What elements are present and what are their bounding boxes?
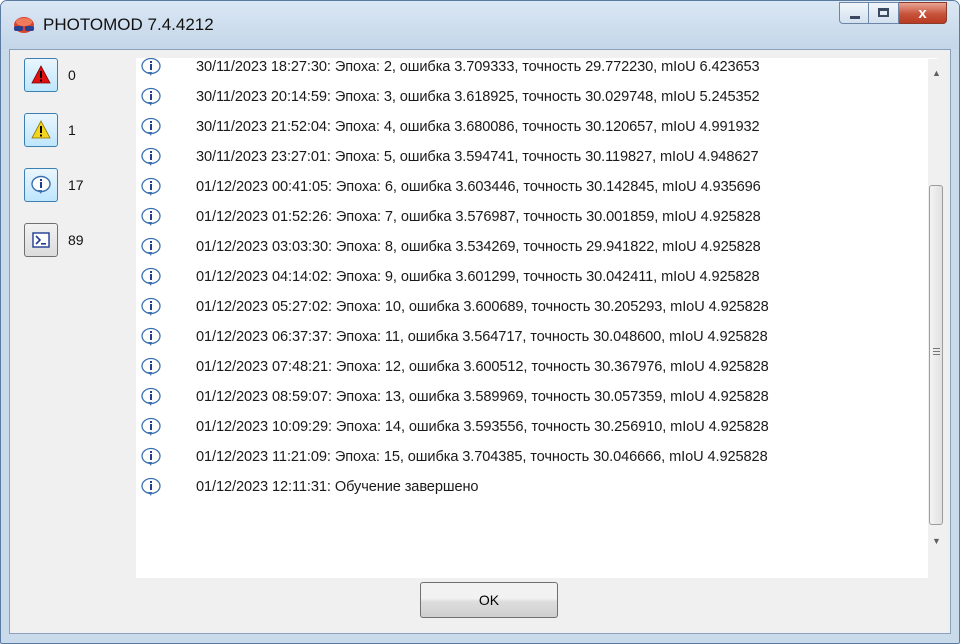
warning-count: 1 <box>68 122 76 138</box>
filter-info: 17 <box>24 168 84 202</box>
log-entry[interactable]: 30/11/2023 20:14:59: Эпоха: 3, ошибка 3.… <box>136 82 760 112</box>
filter-errors-button[interactable] <box>24 58 58 92</box>
grip-line <box>933 354 940 355</box>
error-icon <box>31 65 51 84</box>
maximize-button[interactable] <box>869 2 899 24</box>
photomod-log-window: PHOTOMOD 7.4.4212 x 0 1 17 89 30/11/2023… <box>0 0 960 644</box>
filter-errors: 0 <box>24 58 76 92</box>
info-icon <box>141 387 161 406</box>
filter-warnings-button[interactable] <box>24 113 58 147</box>
info-icon <box>141 357 161 376</box>
ok-button[interactable]: OK <box>420 582 558 618</box>
minimize-icon <box>850 16 860 19</box>
info-icon <box>141 177 161 196</box>
log-entry-text: 01/12/2023 12:11:31: Обучение завершено <box>196 479 479 495</box>
log-entry[interactable]: 30/11/2023 23:27:01: Эпоха: 5, ошибка 3.… <box>136 142 759 172</box>
log-scrollbar[interactable]: ▲ ▼ <box>928 59 945 579</box>
grip-line <box>933 348 940 349</box>
log-entry-text: 30/11/2023 18:27:30: Эпоха: 2, ошибка 3.… <box>196 59 760 75</box>
log-entry-text: 01/12/2023 08:59:07: Эпоха: 13, ошибка 3… <box>196 389 769 405</box>
log-entry-text: 01/12/2023 11:21:09: Эпоха: 15, ошибка 3… <box>196 449 768 465</box>
info-icon <box>141 327 161 346</box>
info-icon <box>141 87 161 106</box>
log-entry-text: 01/12/2023 04:14:02: Эпоха: 9, ошибка 3.… <box>196 269 760 285</box>
caption-buttons: x <box>839 2 947 26</box>
filter-warnings: 1 <box>24 113 76 147</box>
warning-icon <box>31 120 51 139</box>
log-entry[interactable]: 30/11/2023 18:27:30: Эпоха: 2, ошибка 3.… <box>136 58 760 82</box>
message-log[interactable]: 30/11/2023 18:27:30: Эпоха: 2, ошибка 3.… <box>136 58 937 578</box>
title-bar[interactable]: PHOTOMOD 7.4.4212 x <box>1 1 959 49</box>
filter-console: 89 <box>24 223 84 257</box>
log-entry-text: 30/11/2023 20:14:59: Эпоха: 3, ошибка 3.… <box>196 89 760 105</box>
filter-info-button[interactable] <box>24 168 58 202</box>
info-icon <box>31 175 51 194</box>
grip-line <box>933 351 940 352</box>
window-title: PHOTOMOD 7.4.4212 <box>43 15 214 34</box>
log-entry-text: 01/12/2023 03:03:30: Эпоха: 8, ошибка 3.… <box>196 239 761 255</box>
console-count: 89 <box>68 232 84 248</box>
log-entry[interactable]: 30/11/2023 21:52:04: Эпоха: 4, ошибка 3.… <box>136 112 760 142</box>
log-entry-text: 30/11/2023 23:27:01: Эпоха: 5, ошибка 3.… <box>196 149 759 165</box>
log-entry[interactable]: 01/12/2023 00:41:05: Эпоха: 6, ошибка 3.… <box>136 172 761 202</box>
filter-console-button[interactable] <box>24 223 58 257</box>
error-count: 0 <box>68 67 76 83</box>
log-entry-text: 01/12/2023 00:41:05: Эпоха: 6, ошибка 3.… <box>196 179 761 195</box>
info-icon <box>141 207 161 226</box>
log-entry-text: 01/12/2023 10:09:29: Эпоха: 14, ошибка 3… <box>196 419 769 435</box>
scroll-up-button[interactable]: ▲ <box>928 65 945 82</box>
info-icon <box>141 297 161 316</box>
console-icon <box>32 232 50 248</box>
log-entry[interactable]: 01/12/2023 08:59:07: Эпоха: 13, ошибка 3… <box>136 382 769 412</box>
info-icon <box>141 267 161 286</box>
info-count: 17 <box>68 177 84 193</box>
log-entry[interactable]: 01/12/2023 07:48:21: Эпоха: 12, ошибка 3… <box>136 352 769 382</box>
scroll-down-button[interactable]: ▼ <box>928 533 945 550</box>
log-entry-text: 01/12/2023 01:52:26: Эпоха: 7, ошибка 3.… <box>196 209 761 225</box>
log-entry[interactable]: 01/12/2023 05:27:02: Эпоха: 10, ошибка 3… <box>136 292 769 322</box>
log-entry[interactable]: 01/12/2023 06:37:37: Эпоха: 11, ошибка 3… <box>136 322 768 352</box>
log-entry[interactable]: 01/12/2023 12:11:31: Обучение завершено <box>136 472 479 502</box>
log-entry-text: 30/11/2023 21:52:04: Эпоха: 4, ошибка 3.… <box>196 119 760 135</box>
minimize-button[interactable] <box>839 2 869 24</box>
close-icon: x <box>918 5 927 22</box>
log-entry[interactable]: 01/12/2023 01:52:26: Эпоха: 7, ошибка 3.… <box>136 202 761 232</box>
log-entry-text: 01/12/2023 06:37:37: Эпоха: 11, ошибка 3… <box>196 329 768 345</box>
info-icon <box>141 477 161 496</box>
log-entry[interactable]: 01/12/2023 11:21:09: Эпоха: 15, ошибка 3… <box>136 442 768 472</box>
log-entry-text: 01/12/2023 07:48:21: Эпоха: 12, ошибка 3… <box>196 359 769 375</box>
info-icon <box>141 447 161 466</box>
log-entry-text: 01/12/2023 05:27:02: Эпоха: 10, ошибка 3… <box>196 299 769 315</box>
maximize-icon <box>878 8 889 17</box>
log-entry[interactable]: 01/12/2023 03:03:30: Эпоха: 8, ошибка 3.… <box>136 232 761 262</box>
info-icon <box>141 147 161 166</box>
dialog-body: 0 1 17 89 30/11/2023 18:27:30: Эпоха: 2,… <box>9 49 951 634</box>
info-icon <box>141 237 161 256</box>
log-entry[interactable]: 01/12/2023 04:14:02: Эпоха: 9, ошибка 3.… <box>136 262 760 292</box>
scroll-thumb[interactable] <box>929 185 943 525</box>
close-button[interactable]: x <box>899 2 947 24</box>
info-icon <box>141 117 161 136</box>
info-icon <box>141 417 161 436</box>
log-entry[interactable]: 01/12/2023 10:09:29: Эпоха: 14, ошибка 3… <box>136 412 769 442</box>
photomod-logo-icon <box>14 17 34 33</box>
info-icon <box>141 58 161 76</box>
